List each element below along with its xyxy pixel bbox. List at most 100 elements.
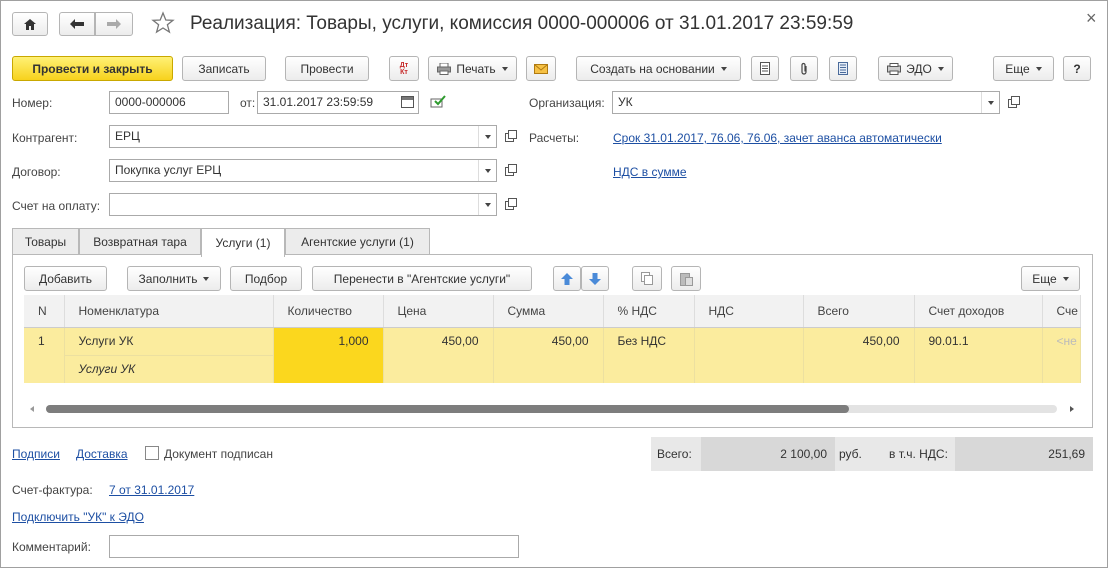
column-header-nomenclature[interactable]: Номенклатура [64, 295, 274, 328]
signed-checkbox[interactable] [145, 446, 159, 460]
cell-next[interactable]: <не [1042, 327, 1081, 383]
scrollbar-thumb[interactable] [46, 405, 849, 413]
home-icon [24, 18, 36, 30]
column-header-quantity[interactable]: Количество [273, 295, 384, 328]
tab-agent-services[interactable]: Агентские услуги (1) [285, 228, 430, 255]
attachments-button[interactable] [790, 56, 818, 81]
organization-value: УК [618, 95, 633, 109]
invoice-for-payment-open-icon[interactable] [500, 194, 518, 216]
invoice-for-payment-dropdown[interactable] [478, 194, 496, 215]
delivery-link[interactable]: Доставка [76, 447, 128, 461]
move-up-button[interactable] [553, 266, 581, 291]
create-based-on-button[interactable]: Создать на основании [576, 56, 741, 81]
arrow-up-icon [561, 272, 573, 285]
structure-button[interactable] [751, 56, 779, 81]
table-more-label: Еще [1032, 271, 1057, 286]
add-row-button[interactable]: Добавить [24, 266, 107, 291]
scroll-right-icon[interactable] [1070, 406, 1074, 412]
pick-button[interactable]: Подбор [230, 266, 302, 291]
copy-row-button[interactable] [632, 266, 662, 291]
column-header-vat[interactable]: НДС [694, 295, 804, 328]
calendar-icon[interactable] [401, 96, 414, 108]
cell-vat[interactable] [694, 327, 804, 383]
cell-total[interactable]: 450,00 [803, 327, 915, 383]
number-field[interactable]: 0000-000006 [109, 91, 229, 114]
invoice-for-payment-field[interactable] [109, 193, 497, 216]
contract-open-icon[interactable] [500, 160, 518, 182]
column-header-next[interactable]: Сче [1042, 295, 1081, 328]
tab-services[interactable]: Услуги (1) [201, 228, 285, 257]
edo-button[interactable]: ЭДО [878, 56, 953, 81]
print-button[interactable]: Печать [428, 56, 517, 81]
cell-item-content[interactable]: Услуги УК [64, 354, 274, 383]
cell-n[interactable]: 1 [24, 327, 65, 383]
chevron-down-icon [1035, 66, 1042, 71]
column-header-sum[interactable]: Сумма [493, 295, 604, 328]
organization-open-icon[interactable] [1003, 92, 1021, 114]
organization-dropdown[interactable] [981, 92, 999, 113]
organization-field[interactable]: УК [612, 91, 1000, 114]
table-more-button[interactable]: Еще [1021, 266, 1080, 291]
help-button[interactable]: ? [1063, 56, 1091, 81]
column-header-vat-rate[interactable]: % НДС [603, 295, 695, 328]
contractor-open-icon[interactable] [500, 126, 518, 148]
chevron-down-icon [484, 168, 491, 173]
currency-label: руб. [839, 447, 862, 461]
signatures-link[interactable]: Подписи [12, 447, 60, 461]
dt-kt-button[interactable]: Дт Кт [389, 56, 419, 81]
fill-label: Заполнить [138, 271, 198, 286]
settlements-link[interactable]: Срок 31.01.2017, 76.06, 76.06, зачет ава… [613, 131, 942, 145]
horizontal-scrollbar[interactable] [24, 402, 1080, 416]
envelope-icon [534, 63, 548, 74]
fill-button[interactable]: Заполнить [127, 266, 221, 291]
report-button[interactable] [829, 56, 857, 81]
contractor-field[interactable]: ЕРЦ [109, 125, 497, 148]
copy-icon [641, 272, 653, 285]
column-header-total[interactable]: Всего [803, 295, 915, 328]
paste-rows-button[interactable] [671, 266, 701, 291]
contractor-dropdown[interactable] [478, 126, 496, 147]
comment-label: Комментарий: [12, 540, 91, 554]
scroll-left-icon[interactable] [30, 406, 34, 412]
cell-vat-rate[interactable]: Без НДС [603, 327, 695, 383]
invoice-link[interactable]: 7 от 31.01.2017 [109, 483, 194, 497]
tab-goods[interactable]: Товары [12, 228, 79, 255]
total-value: 2 100,00 [701, 437, 835, 471]
email-button[interactable] [526, 56, 556, 81]
forward-button[interactable] [95, 12, 133, 36]
cell-price[interactable]: 450,00 [383, 327, 494, 383]
home-button[interactable] [12, 12, 48, 36]
chevron-down-icon [203, 276, 210, 281]
move-to-agent-services-button[interactable]: Перенести в "Агентские услуги" [312, 266, 532, 291]
column-header-income-account[interactable]: Счет доходов [914, 295, 1043, 328]
save-button[interactable]: Записать [182, 56, 266, 81]
move-down-button[interactable] [581, 266, 609, 291]
vat-total-value: 251,69 [955, 437, 1093, 471]
contract-field[interactable]: Покупка услуг ЕРЦ [109, 159, 497, 182]
comment-field[interactable] [109, 535, 519, 558]
cell-income-account[interactable]: 90.01.1 [914, 327, 1043, 383]
contractor-label: Контрагент: [12, 131, 78, 145]
cell-quantity[interactable]: 1,000 [273, 327, 384, 383]
close-icon[interactable]: × [1086, 8, 1097, 29]
post-and-close-button[interactable]: Провести и закрыть [12, 56, 173, 81]
more-button[interactable]: Еще [993, 56, 1054, 81]
table-row[interactable]: 1 Услуги УК 1,000 450,00 450,00 Без НДС … [24, 327, 1081, 383]
column-header-price[interactable]: Цена [383, 295, 494, 328]
connect-edo-link[interactable]: Подключить "УК" к ЭДО [12, 510, 144, 524]
services-table: N Номенклатура Количество Цена Сумма % Н… [24, 295, 1081, 383]
vat-in-amount-link[interactable]: НДС в сумме [613, 165, 687, 179]
favorite-star-icon[interactable] [151, 11, 175, 35]
totals-bar: Всего: 2 100,00 руб. в т.ч. НДС: 251,69 [651, 437, 1093, 471]
chevron-down-icon [484, 202, 491, 207]
contract-dropdown[interactable] [478, 160, 496, 181]
cell-item[interactable]: Услуги УК [64, 327, 274, 355]
post-button[interactable]: Провести [285, 56, 369, 81]
date-field[interactable]: 31.01.2017 23:59:59 [257, 91, 419, 114]
column-header-n[interactable]: N [24, 295, 65, 328]
tab-returnable-packaging[interactable]: Возвратная тара [79, 228, 201, 255]
posted-check-icon [430, 95, 446, 112]
cell-sum[interactable]: 450,00 [493, 327, 604, 383]
back-button[interactable] [59, 12, 95, 36]
create-based-on-label: Создать на основании [590, 61, 715, 76]
